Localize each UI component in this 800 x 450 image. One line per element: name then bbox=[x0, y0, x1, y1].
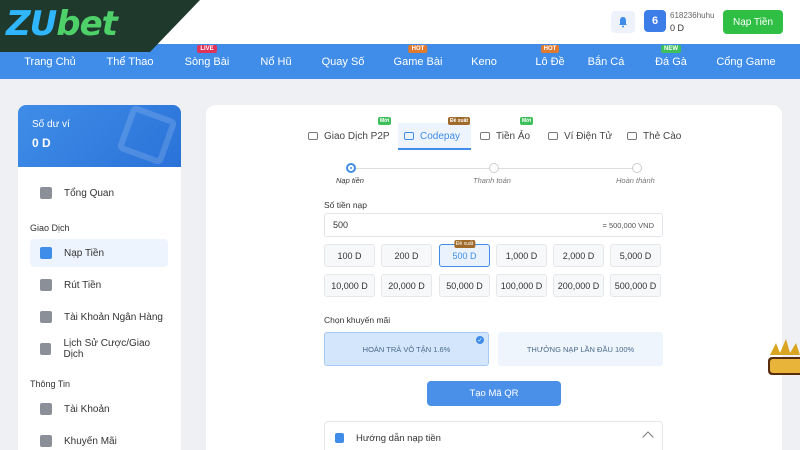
payment-method-tabs: Giao Dịch P2P Mới Codepay Đề xuất Tiền Ảo M… bbox=[296, 117, 696, 151]
nav-item-9[interactable]: Đá Gà NEW bbox=[655, 45, 687, 68]
section-transactions: Giao Dịch bbox=[30, 223, 70, 233]
sidebar-item-account[interactable]: Tài Khoản bbox=[30, 395, 168, 423]
account-sidebar: Số dư ví 0 D Tổng Quan Giao Dịch Nạp Tiề… bbox=[18, 105, 181, 450]
crypto-icon bbox=[480, 132, 490, 140]
nav-item-1[interactable]: Thể Thao bbox=[107, 56, 154, 68]
amount-option[interactable]: 500,000 D bbox=[610, 274, 661, 297]
ewallet-icon bbox=[548, 132, 558, 140]
sidebar-item-bank-account[interactable]: Tài Khoản Ngân Hàng bbox=[30, 303, 168, 331]
nav-item-2[interactable]: Sòng Bài LIVE bbox=[185, 45, 229, 68]
p2p-icon bbox=[308, 132, 318, 140]
header-balance: 0 D bbox=[670, 23, 685, 33]
deposit-guide-accordion[interactable]: Hướng dẫn nạp tiền bbox=[324, 421, 663, 450]
withdraw-icon bbox=[40, 279, 52, 291]
tab-ewallet[interactable]: Ví Điện Tử bbox=[548, 123, 612, 149]
tab-crypto[interactable]: Tiền Ảo Mới bbox=[480, 117, 534, 149]
deposit-panel: Giao Dịch P2P Mới Codepay Đề xuất Tiền Ảo M… bbox=[206, 105, 782, 450]
promo-label: Chọn khuyến mãi bbox=[324, 315, 391, 325]
sidebar-item-history[interactable]: Lịch Sử Cược/Giao Dịch bbox=[30, 335, 168, 363]
username: 618236huhu bbox=[670, 11, 715, 20]
nav-item-4[interactable]: Quay Số bbox=[322, 56, 365, 68]
nav-item-7[interactable]: Lô Đề HOT bbox=[535, 45, 565, 68]
wallet-card: Số dư ví 0 D bbox=[18, 105, 181, 167]
amount-option[interactable]: 5,000 D bbox=[610, 244, 661, 267]
gift-icon bbox=[40, 435, 52, 447]
deposit-button[interactable]: Nạp Tiền bbox=[723, 10, 783, 34]
step-label-payment: Thanh toán bbox=[473, 176, 511, 185]
nav-badge: NEW bbox=[660, 45, 681, 53]
amount-option[interactable]: 200,000 D bbox=[553, 274, 604, 297]
section-info: Thông Tin bbox=[30, 379, 71, 389]
nav-badge: LIVE bbox=[197, 45, 217, 53]
guide-title: Hướng dẫn nạp tiền bbox=[356, 432, 441, 444]
notification-bell-icon[interactable] bbox=[611, 11, 635, 33]
deposit-icon bbox=[40, 247, 52, 259]
nav-badge: HOT bbox=[540, 45, 560, 53]
sidebar-item-deposit[interactable]: Nạp Tiền bbox=[30, 239, 168, 267]
sidebar-item-overview[interactable]: Tổng Quan bbox=[30, 179, 168, 207]
amount-value: 500 bbox=[333, 220, 349, 230]
zubet-logo[interactable]: ZUbet bbox=[6, 4, 118, 44]
codepay-icon bbox=[404, 132, 414, 140]
create-qr-button[interactable]: Tạo Mã QR bbox=[427, 381, 561, 406]
nav-badge: HOT bbox=[408, 45, 428, 53]
nav-item-10[interactable]: Cổng Game bbox=[716, 56, 775, 68]
wallet-decoration bbox=[116, 105, 178, 166]
amount-option[interactable]: 20,000 D bbox=[381, 274, 432, 297]
user-icon bbox=[40, 403, 52, 415]
check-icon: ✓ bbox=[476, 336, 484, 344]
nav-item-3[interactable]: Nổ Hũ bbox=[260, 56, 291, 68]
tab-codepay[interactable]: Codepay Đề xuất bbox=[404, 117, 471, 149]
nav-item-0[interactable]: Trang Chủ bbox=[24, 56, 76, 68]
bank-icon bbox=[40, 311, 52, 323]
tab-p2p[interactable]: Giao Dịch P2P Mới bbox=[308, 117, 392, 149]
promo-option-first-deposit[interactable]: THƯỞNG NẠP LẦN ĐẦU 100% bbox=[498, 332, 663, 366]
amount-label: Số tiền nạp bbox=[324, 200, 368, 210]
step-label-deposit: Nạp tiền bbox=[336, 176, 364, 185]
step-dot-3 bbox=[632, 163, 642, 173]
guide-icon bbox=[335, 433, 344, 443]
nav-item-6[interactable]: Keno bbox=[471, 56, 497, 68]
promo-option-cashback[interactable]: HOÀN TRẢ VÔ TẬN 1.6% ✓ bbox=[324, 332, 489, 366]
amount-option[interactable]: 2,000 D bbox=[553, 244, 604, 267]
step-dot-1 bbox=[346, 163, 356, 173]
chevron-up-icon bbox=[642, 431, 654, 443]
amount-converted: = 500,000 VND bbox=[602, 220, 655, 230]
amount-input[interactable]: 500 = 500,000 VND bbox=[324, 213, 663, 237]
sidebar-item-promotions[interactable]: Khuyến Mãi bbox=[30, 427, 168, 450]
step-label-complete: Hoàn thành bbox=[616, 176, 655, 185]
chart-icon bbox=[40, 187, 52, 199]
amount-option[interactable]: 100 D bbox=[324, 244, 375, 267]
amount-option[interactable]: 500 D Đề xuất bbox=[439, 240, 490, 267]
mascot-graphic bbox=[766, 335, 800, 395]
step-dot-2 bbox=[489, 163, 499, 173]
tab-card[interactable]: Thẻ Cào bbox=[627, 123, 681, 149]
recommended-badge: Đề xuất bbox=[453, 240, 476, 248]
amount-option[interactable]: 10,000 D bbox=[324, 274, 375, 297]
nav-item-8[interactable]: Bắn Cá bbox=[588, 56, 625, 68]
card-icon bbox=[627, 132, 637, 140]
amount-option[interactable]: 50,000 D bbox=[439, 274, 490, 297]
vip-level-badge: 6 bbox=[644, 10, 666, 32]
amount-option[interactable]: 200 D bbox=[381, 244, 432, 267]
nav-item-5[interactable]: Game Bài HOT bbox=[394, 45, 442, 68]
amount-option[interactable]: 100,000 D bbox=[496, 274, 547, 297]
history-icon bbox=[40, 343, 52, 355]
sidebar-item-withdraw[interactable]: Rút Tiền bbox=[30, 271, 168, 299]
amount-option[interactable]: 1,000 D bbox=[496, 244, 547, 267]
